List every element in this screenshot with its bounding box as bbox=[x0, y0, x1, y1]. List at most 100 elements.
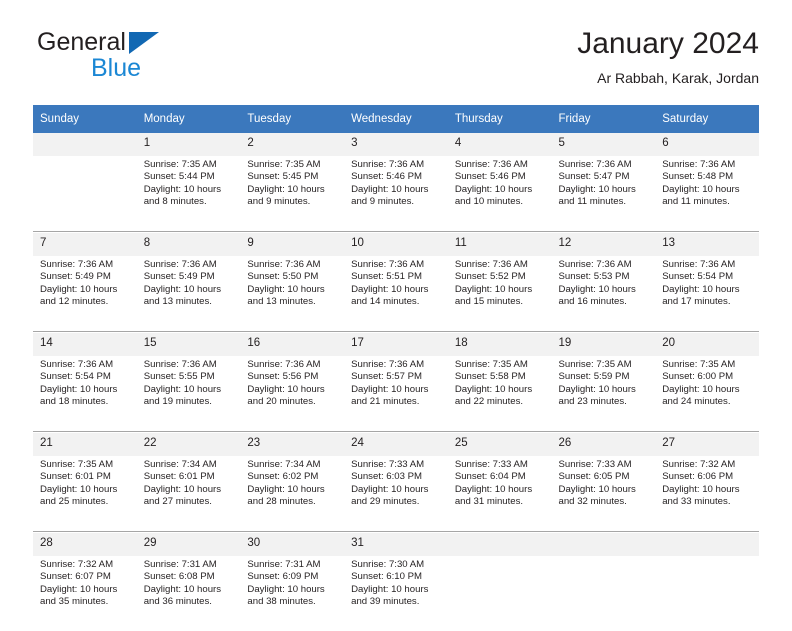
week-2-daynumbers: 7 8 9 10 11 12 13 bbox=[33, 233, 759, 256]
sunrise-text: Sunrise: 7:36 AM bbox=[40, 259, 114, 270]
day-number[interactable]: 23 bbox=[240, 433, 345, 456]
sunrise-text: Sunrise: 7:31 AM bbox=[143, 559, 217, 570]
daylight-text-line2: and 38 minutes. bbox=[247, 595, 316, 607]
day-number[interactable]: 31 bbox=[344, 533, 448, 556]
day-detail: Sunrise: 7:36 AM Sunset: 5:47 PM Dayligh… bbox=[551, 156, 656, 232]
daylight-text-line2: and 16 minutes. bbox=[558, 295, 627, 307]
day-detail: Sunrise: 7:35 AM Sunset: 5:59 PM Dayligh… bbox=[551, 356, 656, 432]
day-number[interactable]: 11 bbox=[447, 233, 552, 256]
daylight-text-line1: Daylight: 10 hours bbox=[558, 383, 636, 395]
week-1-daynumbers: 1 2 3 4 5 6 bbox=[33, 133, 759, 156]
daylight-text-line2: and 11 minutes. bbox=[662, 195, 730, 207]
daylight-text-line2: and 28 minutes. bbox=[247, 495, 316, 507]
day-detail-empty bbox=[33, 156, 137, 232]
sunrise-text: Sunrise: 7:36 AM bbox=[143, 259, 217, 270]
day-number[interactable]: 5 bbox=[551, 133, 656, 156]
page-header: General Blue January 2024 Ar Rabbah, Kar… bbox=[33, 26, 759, 98]
weekday-header-tuesday: Tuesday bbox=[240, 105, 345, 133]
sunrise-text: Sunrise: 7:33 AM bbox=[454, 459, 528, 470]
sunrise-text: Sunrise: 7:36 AM bbox=[454, 159, 528, 170]
day-number[interactable]: 12 bbox=[551, 233, 656, 256]
day-number[interactable]: 24 bbox=[344, 433, 448, 456]
sunrise-text: Sunrise: 7:36 AM bbox=[143, 359, 217, 370]
day-detail: Sunrise: 7:36 AM Sunset: 5:57 PM Dayligh… bbox=[344, 356, 448, 432]
generalblue-logo[interactable]: General Blue bbox=[33, 26, 253, 86]
day-number[interactable]: 29 bbox=[136, 533, 241, 556]
day-number[interactable]: 20 bbox=[655, 333, 759, 356]
day-detail: Sunrise: 7:36 AM Sunset: 5:48 PM Dayligh… bbox=[655, 156, 759, 232]
day-number[interactable]: 27 bbox=[655, 433, 759, 456]
calendar-table: Sunday Monday Tuesday Wednesday Thursday… bbox=[33, 105, 759, 631]
day-number[interactable]: 10 bbox=[344, 233, 448, 256]
daylight-text-line2: and 11 minutes. bbox=[558, 195, 627, 207]
daylight-text-line2: and 9 minutes. bbox=[247, 195, 311, 207]
day-detail: Sunrise: 7:36 AM Sunset: 5:54 PM Dayligh… bbox=[655, 256, 759, 332]
title-block: January 2024 Ar Rabbah, Karak, Jordan bbox=[577, 26, 759, 88]
day-number[interactable]: 25 bbox=[447, 433, 552, 456]
day-number[interactable]: 3 bbox=[344, 133, 448, 156]
sunset-text: Sunset: 5:44 PM bbox=[143, 171, 215, 183]
sunrise-text: Sunrise: 7:36 AM bbox=[247, 259, 321, 270]
day-number[interactable]: 26 bbox=[551, 433, 656, 456]
daylight-text-line1: Daylight: 10 hours bbox=[247, 183, 325, 195]
sunrise-text: Sunrise: 7:32 AM bbox=[662, 459, 736, 470]
day-number[interactable]: 8 bbox=[136, 233, 241, 256]
page-subtitle-location: Ar Rabbah, Karak, Jordan bbox=[597, 70, 759, 86]
daylight-text-line2: and 23 minutes. bbox=[558, 395, 627, 407]
day-number[interactable]: 7 bbox=[33, 233, 137, 256]
daylight-text-line1: Daylight: 10 hours bbox=[351, 483, 429, 495]
day-detail: Sunrise: 7:35 AM Sunset: 5:44 PM Dayligh… bbox=[136, 156, 241, 232]
day-number[interactable]: 6 bbox=[655, 133, 759, 156]
day-number[interactable]: 30 bbox=[240, 533, 345, 556]
day-number[interactable]: 1 bbox=[136, 133, 241, 156]
day-detail-empty bbox=[447, 556, 552, 631]
day-number[interactable]: 19 bbox=[551, 333, 656, 356]
daylight-text-line1: Daylight: 10 hours bbox=[454, 283, 533, 295]
day-detail: Sunrise: 7:36 AM Sunset: 5:46 PM Dayligh… bbox=[344, 156, 448, 232]
sunrise-text: Sunrise: 7:36 AM bbox=[351, 359, 425, 370]
daylight-text-line2: and 39 minutes. bbox=[351, 595, 420, 607]
day-number[interactable]: 28 bbox=[33, 533, 137, 556]
day-number[interactable]: 15 bbox=[136, 333, 241, 356]
sunrise-text: Sunrise: 7:36 AM bbox=[454, 259, 528, 270]
day-number[interactable]: 14 bbox=[33, 333, 137, 356]
daylight-text-line2: and 29 minutes. bbox=[351, 495, 420, 507]
weekday-header-saturday: Saturday bbox=[655, 105, 759, 133]
daylight-text-line2: and 13 minutes. bbox=[143, 295, 212, 307]
sunset-text: Sunset: 5:51 PM bbox=[351, 271, 423, 283]
sunrise-text: Sunrise: 7:35 AM bbox=[662, 359, 736, 370]
daylight-text-line1: Daylight: 10 hours bbox=[662, 483, 740, 495]
day-number[interactable]: 21 bbox=[33, 433, 137, 456]
sunrise-text: Sunrise: 7:36 AM bbox=[247, 359, 321, 370]
sunset-text: Sunset: 6:01 PM bbox=[40, 471, 111, 483]
page-title: January 2024 bbox=[577, 27, 759, 60]
sunset-text: Sunset: 5:57 PM bbox=[351, 371, 423, 383]
week-1-details: Sunrise: 7:35 AM Sunset: 5:44 PM Dayligh… bbox=[33, 156, 759, 232]
triangle-icon bbox=[129, 32, 159, 54]
day-number[interactable]: 18 bbox=[447, 333, 552, 356]
daylight-text-line1: Daylight: 10 hours bbox=[247, 583, 325, 595]
day-number[interactable]: 13 bbox=[655, 233, 759, 256]
day-number[interactable]: 16 bbox=[240, 333, 345, 356]
day-number[interactable]: 17 bbox=[344, 333, 448, 356]
daylight-text-line1: Daylight: 10 hours bbox=[351, 583, 429, 595]
daylight-text-line2: and 19 minutes. bbox=[143, 395, 212, 407]
day-cell-empty bbox=[33, 133, 137, 156]
daylight-text-line2: and 24 minutes. bbox=[662, 395, 731, 407]
day-detail: Sunrise: 7:33 AM Sunset: 6:04 PM Dayligh… bbox=[447, 456, 552, 532]
sunset-text: Sunset: 6:09 PM bbox=[247, 571, 319, 583]
day-detail: Sunrise: 7:36 AM Sunset: 5:51 PM Dayligh… bbox=[344, 256, 448, 332]
day-number[interactable]: 9 bbox=[240, 233, 345, 256]
day-number[interactable]: 22 bbox=[136, 433, 241, 456]
daylight-text-line2: and 8 minutes. bbox=[143, 195, 207, 207]
daylight-text-line1: Daylight: 10 hours bbox=[454, 383, 533, 395]
sunset-text: Sunset: 6:01 PM bbox=[143, 471, 215, 483]
day-number[interactable]: 4 bbox=[447, 133, 552, 156]
day-detail: Sunrise: 7:36 AM Sunset: 5:56 PM Dayligh… bbox=[240, 356, 345, 432]
sunset-text: Sunset: 5:54 PM bbox=[662, 271, 734, 283]
sunrise-text: Sunrise: 7:36 AM bbox=[558, 259, 632, 270]
logo-text-general: General bbox=[37, 28, 126, 56]
day-detail: Sunrise: 7:36 AM Sunset: 5:49 PM Dayligh… bbox=[33, 256, 137, 332]
daylight-text-line1: Daylight: 10 hours bbox=[351, 283, 429, 295]
day-number[interactable]: 2 bbox=[240, 133, 345, 156]
